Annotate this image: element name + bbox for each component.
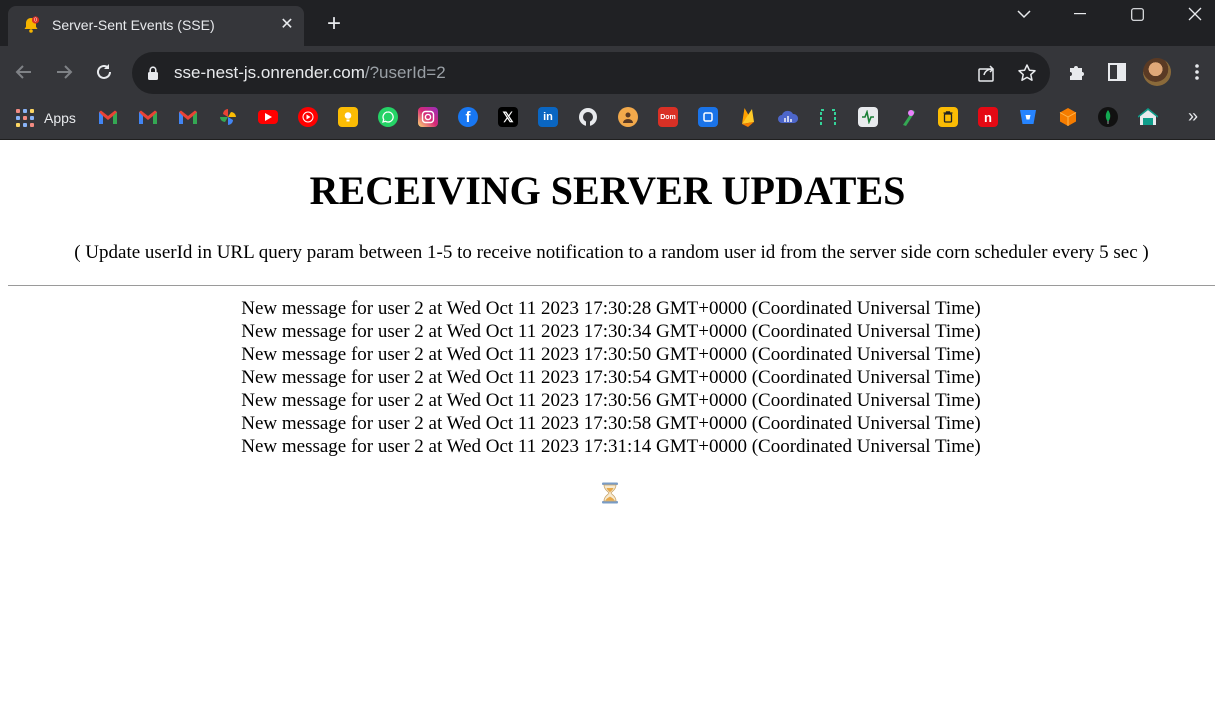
whatsapp-icon[interactable]: [378, 107, 398, 127]
message-item: New message for user 2 at Wed Oct 11 202…: [241, 344, 981, 365]
apps-shortcut[interactable]: Apps: [16, 109, 76, 127]
dom-icon[interactable]: Dom: [658, 107, 678, 127]
github-icon[interactable]: [578, 107, 598, 127]
tab-strip: 0 Server-Sent Events (SSE) ✕ +: [0, 0, 1215, 46]
maximize-icon: [1130, 7, 1144, 21]
square-app-icon[interactable]: [698, 107, 718, 127]
url-text[interactable]: sse-nest-js.onrender.com/?userId=2: [174, 63, 446, 83]
reload-button[interactable]: [92, 60, 116, 84]
house-icon[interactable]: [1138, 107, 1158, 127]
netflix-n-icon[interactable]: n: [978, 107, 998, 127]
apps-grid-icon: [16, 109, 34, 127]
firebase-icon[interactable]: [738, 107, 758, 127]
bitbucket-icon[interactable]: [1018, 107, 1038, 127]
new-tab-button[interactable]: +: [322, 12, 346, 37]
forward-button[interactable]: [52, 60, 76, 84]
gmail-icon[interactable]: [178, 107, 198, 127]
cloud-icon[interactable]: [778, 107, 798, 127]
hourglass-icon: [602, 482, 618, 504]
minimize-button[interactable]: [1052, 0, 1108, 28]
mongodb-leaf-icon[interactable]: [1098, 107, 1118, 127]
url-host: sse-nest-js.onrender.com: [174, 63, 365, 82]
youtube-icon[interactable]: [258, 110, 278, 124]
puzzle-piece-icon: [1070, 66, 1084, 80]
browser-toolbar: sse-nest-js.onrender.com/?userId=2: [0, 46, 1215, 100]
tab-close-icon[interactable]: ✕: [278, 16, 296, 34]
menu-button[interactable]: [1186, 61, 1208, 83]
instagram-icon[interactable]: [418, 107, 438, 127]
share-icon: [978, 65, 995, 82]
message-item: New message for user 2 at Wed Oct 11 202…: [241, 390, 981, 411]
messages-list: New message for user 2 at Wed Oct 11 202…: [0, 297, 1215, 458]
maximize-button[interactable]: [1109, 0, 1165, 28]
page-content: RECEIVING SERVER UPDATES ( Update userId…: [0, 141, 1215, 708]
apps-label: Apps: [44, 110, 76, 126]
pen-icon[interactable]: [898, 107, 918, 127]
bell-icon: 0: [24, 16, 40, 33]
tab-title: Server-Sent Events (SSE): [52, 17, 215, 33]
cube-icon[interactable]: [1058, 107, 1078, 127]
google-photos-icon[interactable]: [218, 107, 238, 127]
page-heading: RECEIVING SERVER UPDATES: [309, 168, 906, 213]
lock-icon[interactable]: [146, 65, 160, 81]
bracket-icon[interactable]: [818, 107, 838, 127]
chevron-down-icon: [1017, 10, 1031, 19]
reload-icon: [97, 64, 111, 79]
more-vertical-icon: [1195, 64, 1199, 80]
message-item: New message for user 2 at Wed Oct 11 202…: [241, 436, 981, 457]
horizontal-divider: [8, 285, 1215, 286]
close-icon: [1188, 7, 1202, 21]
arrow-right-icon: [57, 65, 73, 79]
profile-avatar[interactable]: [1143, 58, 1171, 86]
message-item: New message for user 2 at Wed Oct 11 202…: [241, 298, 981, 319]
side-panel-icon: [1108, 63, 1126, 81]
bookmarks-overflow-button[interactable]: »: [1188, 106, 1198, 127]
youtube-music-icon[interactable]: [298, 107, 318, 127]
star-icon: [1018, 64, 1036, 81]
address-bar[interactable]: sse-nest-js.onrender.com/?userId=2: [132, 52, 1050, 94]
arrow-left-icon: [15, 65, 31, 79]
back-button[interactable]: [12, 60, 36, 84]
linkedin-icon[interactable]: in: [538, 107, 558, 127]
minimize-icon: [1074, 13, 1086, 15]
share-button[interactable]: [976, 62, 998, 84]
page-subtitle: ( Update userId in URL query param betwe…: [74, 242, 1149, 263]
activity-icon[interactable]: [858, 107, 878, 127]
tab-active[interactable]: 0 Server-Sent Events (SSE) ✕: [8, 6, 304, 46]
trash-can-icon[interactable]: [938, 107, 958, 127]
x-icon[interactable]: 𝕏: [498, 107, 518, 127]
gmail-icon[interactable]: [138, 107, 158, 127]
message-item: New message for user 2 at Wed Oct 11 202…: [241, 321, 981, 342]
tab-search-button[interactable]: [996, 0, 1052, 28]
url-path: /?userId=2: [364, 63, 446, 82]
facebook-icon[interactable]: f: [458, 107, 478, 127]
bookmark-star-button[interactable]: [1016, 62, 1038, 84]
message-item: New message for user 2 at Wed Oct 11 202…: [241, 367, 981, 388]
message-item: New message for user 2 at Wed Oct 11 202…: [241, 413, 981, 434]
extensions-button[interactable]: [1066, 61, 1088, 83]
google-keep-icon[interactable]: [338, 107, 358, 127]
gmail-icon[interactable]: [98, 107, 118, 127]
side-panel-button[interactable]: [1106, 61, 1128, 83]
svg-text:0: 0: [34, 18, 37, 24]
close-window-button[interactable]: [1167, 0, 1215, 28]
profile-icon[interactable]: [618, 107, 638, 127]
